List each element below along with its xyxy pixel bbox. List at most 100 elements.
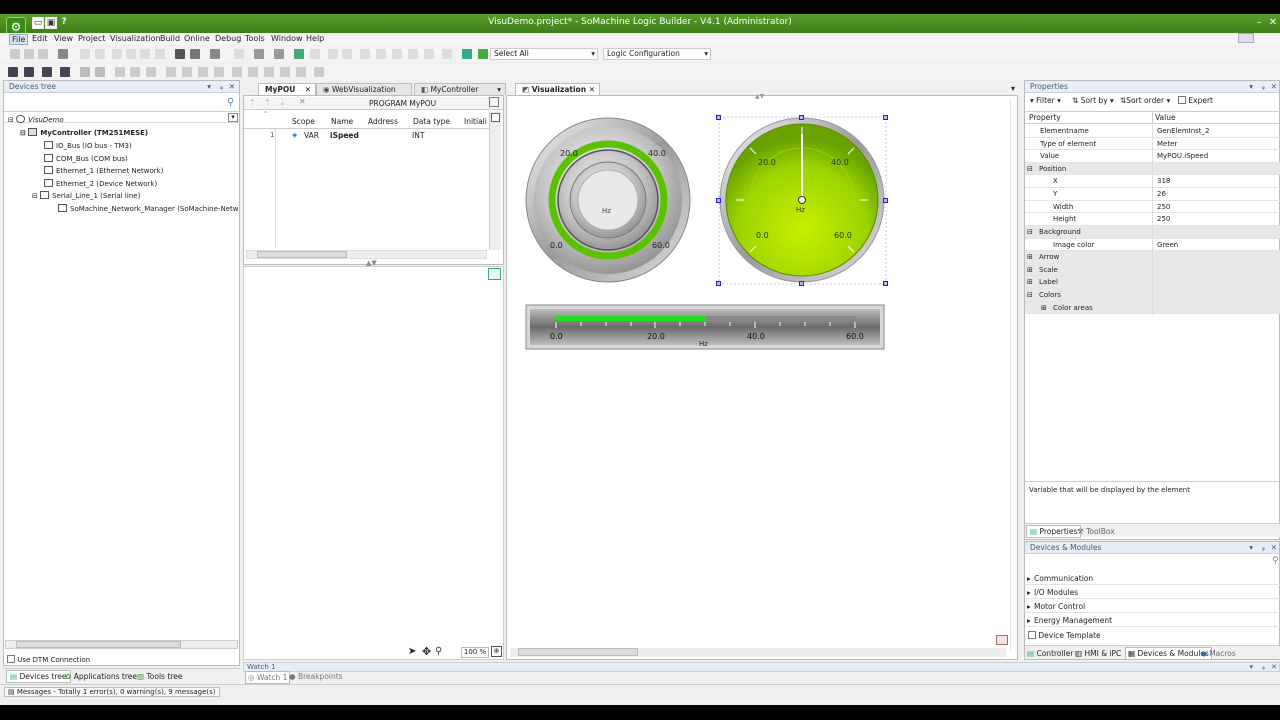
tb-v5-icon[interactable] [80,67,90,77]
expand-icon[interactable]: ⊞ [1027,251,1033,263]
chevron-down-icon[interactable]: ▾ [497,84,501,95]
tree-item-combus[interactable]: COM_Bus (COM bus) [44,154,128,163]
tb-v3-icon[interactable] [42,67,52,77]
new-icon[interactable]: ▭ [32,17,44,29]
corner-tool-icon[interactable] [488,268,501,280]
visu-corner-icon[interactable] [996,635,1008,645]
save-file-icon[interactable] [38,49,48,59]
visu-hscroll-thumb[interactable] [518,648,638,656]
use-dtm-row[interactable]: Use DTM Connection [7,655,90,664]
close-window-icon[interactable]: ✕ [1266,16,1280,30]
replace-icon[interactable] [190,49,200,59]
tree-item-netmgr[interactable]: SoMachine_Network_Manager (SoMachine-Net… [58,204,238,213]
expert-checkbox[interactable] [1178,96,1186,104]
step2-icon[interactable] [376,49,386,59]
tree-item-iobus[interactable]: IO_Bus (IO bus - TM3) [44,141,132,150]
tab-webvisualization[interactable]: ◉ WebVisualization [316,83,412,95]
resize-handle[interactable] [883,198,888,203]
resize-handle[interactable] [883,281,888,286]
tab-watch1[interactable]: ◎ Watch 1 [245,671,291,684]
tree-item-serial[interactable]: ⊟ Serial_Line_1 (Serial line) [32,191,140,200]
tb-v2-icon[interactable] [24,67,34,77]
cut-icon[interactable] [112,49,122,59]
logic-config-combo[interactable]: Logic Configuration ▾ [603,48,711,60]
col-value[interactable]: Value [1155,112,1176,124]
step-icon[interactable] [360,49,370,59]
group-icon[interactable] [232,67,242,77]
pin-icon[interactable]: ᵩ [1262,663,1265,672]
align-bottom-icon[interactable] [198,67,208,77]
tab-breakpoints[interactable]: ● Breakpoints [289,671,343,682]
select-all-combo[interactable]: Select All ▾ [490,48,598,60]
tab-mypou[interactable]: MyPOU ✕ [258,83,316,95]
sort-order-button[interactable]: ⇅Sort order ▾ [1120,96,1170,105]
use-dtm-checkbox[interactable] [7,655,15,663]
close-icon[interactable]: ✕ [1271,663,1277,672]
device-template-checkbox[interactable] [1028,631,1036,639]
property-value[interactable]: Meter [1157,138,1177,150]
print-icon[interactable] [58,49,68,59]
tab-macros[interactable]: ◆ Macros [1201,648,1236,659]
search-icon[interactable]: ⚲ [227,97,234,108]
dm-item-io-modules[interactable]: ▸ I/O Modules [1026,586,1280,599]
back-icon[interactable] [280,67,290,77]
resize-handle[interactable] [799,281,804,286]
menu-edit[interactable]: Edit [32,34,48,43]
dm-item-motor-control[interactable]: ▸ Motor Control [1026,600,1280,613]
visu-vscroll[interactable] [1010,100,1017,650]
move-up-icon[interactable]: ⇡ [249,98,256,107]
menu-file[interactable]: File [9,34,29,45]
pin-icon[interactable]: ᵩ [1262,81,1265,92]
bar-display[interactable]: 0.0 20.0 40.0 60.0 Hz [525,304,885,350]
tree-item-project[interactable]: ⊟ VisuDemo [8,115,64,124]
stop-icon[interactable] [342,49,352,59]
ungroup-icon[interactable] [248,67,258,77]
close-tab-icon[interactable]: ✕ [305,84,311,95]
col-initial[interactable]: Initiali [464,117,489,126]
copy-icon[interactable] [126,49,136,59]
up-icon[interactable]: ⇡ [264,98,271,107]
tab-toolbox[interactable]: ⚒ ToolBox [1077,526,1115,537]
undo-icon[interactable] [80,49,90,59]
step5-icon[interactable] [424,49,434,59]
messages-tab[interactable]: ▤ Messages - Totally 1 error(s), 0 warni… [4,687,220,697]
zoom-icon[interactable]: ⚲ [435,646,442,657]
pou-hscroll-thumb[interactable] [257,251,347,258]
pointer-icon[interactable]: ➤ [408,646,416,657]
tb-v4-icon[interactable] [60,67,70,77]
tree-item-controller[interactable]: ⊟ MyController (TM251MESE) [20,128,148,137]
col-property[interactable]: Property [1029,112,1061,124]
tree-item-ethernet1[interactable]: Ethernet_1 (Ethernet Network) [44,166,163,175]
tb-v1-icon[interactable] [8,67,18,77]
paste-icon[interactable] [140,49,150,59]
align-x-icon[interactable] [214,67,224,77]
resize-handle[interactable] [716,281,721,286]
property-value[interactable]: GenElemInst_2 [1157,125,1210,137]
config-icon[interactable] [478,49,488,59]
tab-hmi-ipc[interactable]: ▥ HMI & iPC [1075,648,1121,659]
tab-controller[interactable]: ▤ Controller [1027,648,1073,659]
tb-v6-icon[interactable] [95,67,105,77]
dropdown-icon[interactable]: ▾ [207,81,211,92]
pou-scroll-btn[interactable] [491,113,500,122]
login-icon[interactable] [294,49,304,59]
menu-build[interactable]: Build [160,34,180,43]
menu-tools[interactable]: Tools [245,34,265,43]
property-value[interactable]: 318 [1157,175,1170,187]
dm-search-icon[interactable]: ⚲ [1272,556,1279,566]
menu-view[interactable]: View [54,34,73,43]
tab-tools-tree[interactable]: ▧ Tools tree [137,671,182,682]
logout-icon[interactable] [310,49,320,59]
col-scope[interactable]: Scope [292,117,315,126]
align-middle-icon[interactable] [182,67,192,77]
step3-icon[interactable] [392,49,402,59]
sort-by-button[interactable]: ⇅ Sort by ▾ [1072,96,1114,105]
tree-hscrollbar[interactable] [5,640,238,649]
resize-handle[interactable] [799,115,804,120]
pin-icon[interactable]: ᵩ [220,81,223,92]
collapse-icon[interactable]: ⊟ [1027,289,1033,301]
menu-project[interactable]: Project [78,34,105,43]
expand-icon[interactable]: ⊞ [1027,276,1033,288]
close-icon[interactable]: ✕ [1271,542,1277,553]
resize-handle[interactable] [716,115,721,120]
